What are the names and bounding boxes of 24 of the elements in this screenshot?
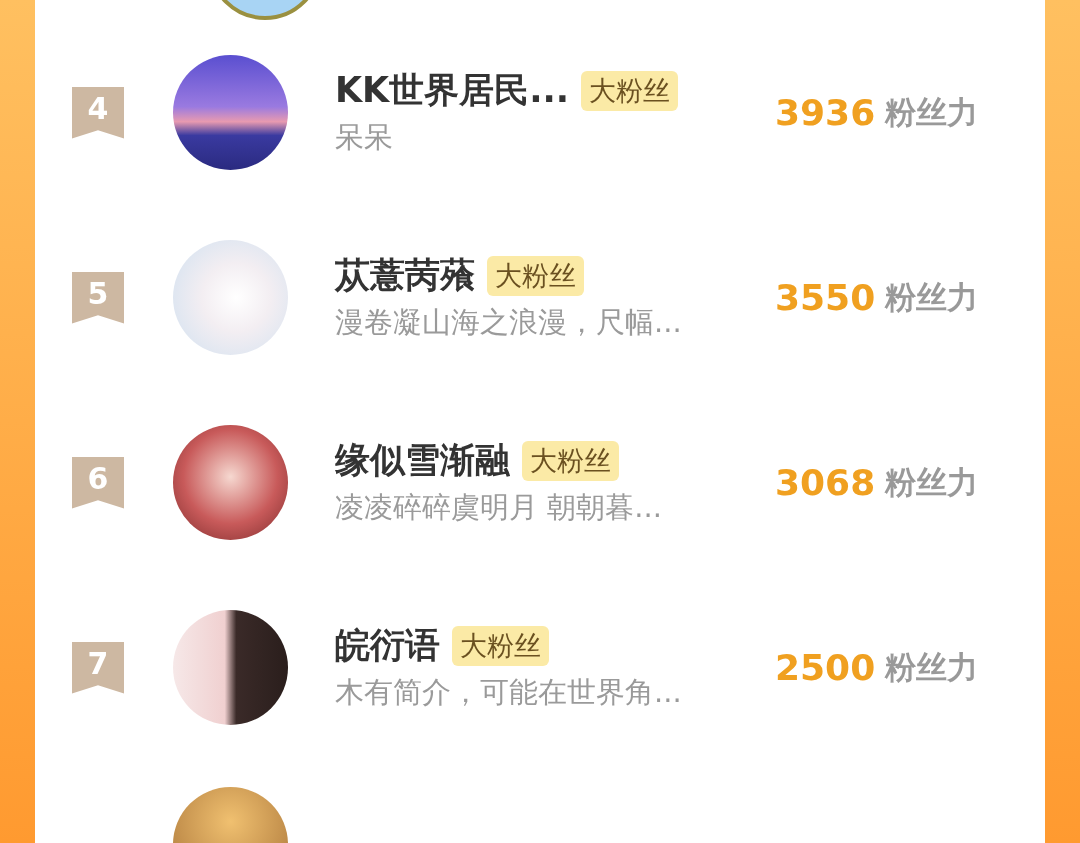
user-name[interactable]: 皖衍语 [335, 622, 440, 669]
rank-ribbon: 4 [72, 86, 124, 139]
fan-level-badge: 大粉丝 [487, 255, 584, 296]
user-bio: 木有简介，可能在世界角... [335, 674, 683, 711]
fan-level-badge: 大粉丝 [581, 70, 679, 111]
fan-score: 3550 [775, 277, 876, 318]
fan-score: 3936 [775, 92, 876, 133]
score-unit: 粉丝力 [885, 647, 979, 687]
score-unit: 粉丝力 [885, 462, 979, 502]
rank-ribbon: 5 [72, 271, 124, 324]
score-unit: 粉丝力 [885, 92, 979, 132]
rank-ribbon: 7 [72, 641, 124, 694]
user-bio: 呆呆 [335, 119, 394, 156]
user-name[interactable]: 缘似雪渐融 [335, 437, 510, 484]
score-unit: 粉丝力 [885, 277, 979, 317]
user-name[interactable]: KK世界居民... [335, 67, 570, 114]
fan-level-badge: 大粉丝 [452, 625, 549, 666]
user-bio: 凌凌碎碎虞明月 朝朝暮... [335, 489, 663, 526]
rank-ribbon: 6 [72, 456, 124, 509]
user-bio: 漫卷凝山海之浪漫，尺幅... [335, 304, 683, 341]
fan-level-badge: 大粉丝 [522, 440, 619, 481]
user-name[interactable]: 苁薏苪蕵 [335, 252, 475, 299]
fan-score: 3068 [775, 462, 876, 503]
fan-score: 2500 [775, 647, 876, 688]
